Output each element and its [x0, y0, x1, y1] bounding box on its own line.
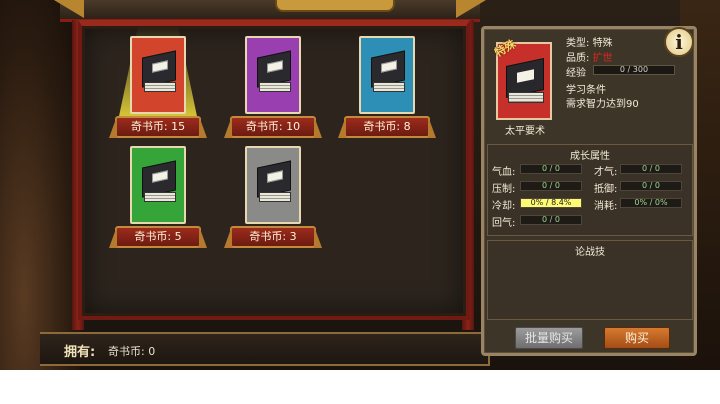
- shop-item-5[interactable]: 奇书币: 3: [230, 146, 316, 256]
- stat-bar-talent: 0 / 0: [620, 164, 682, 174]
- stat-label-cooldown: 冷却:: [492, 201, 516, 212]
- exp-bar: 0 / 300: [593, 65, 675, 75]
- book-icon: [257, 160, 291, 206]
- shop-item-1[interactable]: 奇书币: 15: [115, 26, 201, 146]
- stat-label-hp: 气血:: [492, 167, 516, 178]
- book-icon: [506, 57, 544, 108]
- buy-button[interactable]: 购买: [604, 327, 670, 349]
- quality-row: 品质: 扩世: [566, 49, 613, 64]
- skill-title: 论战技: [575, 247, 605, 258]
- book-icon: [257, 50, 291, 96]
- book-icon: [142, 50, 176, 96]
- stat-label-talent: 才气:: [594, 167, 618, 178]
- shop-item-3[interactable]: 奇书币: 8: [344, 36, 430, 146]
- price-label: 奇书币: 5: [115, 226, 201, 248]
- requirement-title: 学习条件: [566, 85, 606, 96]
- price-label: 奇书币: 15: [115, 116, 201, 138]
- growth-title: 成长属性: [570, 151, 610, 162]
- quality-label: 品质:: [566, 53, 590, 64]
- price-label: 奇书币: 3: [230, 226, 316, 248]
- stat-label-resist: 抵御:: [594, 184, 618, 195]
- exp-label: 经验: [566, 68, 586, 79]
- shop-item-2[interactable]: 奇书币: 10: [230, 36, 316, 146]
- shop-title-plaque: [275, 0, 395, 12]
- owned-label: 拥有:: [64, 345, 96, 360]
- book-icon: [142, 160, 176, 206]
- price-label: 奇书币: 10: [230, 116, 316, 138]
- book-card[interactable]: [245, 36, 301, 114]
- owned-currency-bar: 拥有: 奇书币: 0: [40, 332, 490, 366]
- stat-bar-suppress: 0 / 0: [520, 181, 582, 191]
- shop-item-4[interactable]: 奇书币: 5: [115, 146, 201, 256]
- type-row: 类型: 特殊: [566, 34, 613, 49]
- stat-label-suppress: 压制:: [492, 184, 516, 195]
- debate-skill-section: 论战技: [487, 240, 693, 320]
- type-value: 特殊: [592, 38, 613, 49]
- roof-ornament-right: [456, 0, 486, 18]
- stat-bar-hp: 0 / 0: [520, 164, 582, 174]
- stat-label-regen: 回气:: [492, 218, 516, 229]
- stat-bar-cost: 0% / 0%: [620, 198, 682, 208]
- shop-roof: [54, 0, 480, 22]
- price-label: 奇书币: 8: [344, 116, 430, 138]
- type-label: 类型:: [566, 38, 590, 49]
- owned-value: 奇书币: 0: [108, 345, 156, 358]
- item-name: 太平要术: [505, 126, 545, 137]
- selected-book-card: 特殊: [492, 37, 552, 120]
- stat-label-cost: 消耗:: [594, 201, 618, 212]
- book-card[interactable]: [359, 36, 415, 114]
- stat-bar-regen: 0 / 0: [520, 215, 582, 225]
- background-left-scenery: [0, 0, 80, 370]
- book-icon: [371, 50, 405, 96]
- book-card[interactable]: [245, 146, 301, 224]
- book-card[interactable]: [130, 36, 186, 114]
- quality-value: 扩世: [592, 53, 613, 64]
- game-scene: 奇书币: 15 奇书币: 10 奇书币: 8 奇书币: 5 奇书币: 3 拥有:…: [0, 0, 720, 370]
- info-icon[interactable]: i: [664, 27, 694, 57]
- requirement-text: 需求智力达到90: [566, 99, 639, 110]
- bulk-buy-button[interactable]: 批量购买: [515, 327, 583, 349]
- stat-bar-resist: 0 / 0: [620, 181, 682, 191]
- stat-bar-cooldown: 0% / 8.4%: [520, 198, 582, 208]
- book-card[interactable]: [130, 146, 186, 224]
